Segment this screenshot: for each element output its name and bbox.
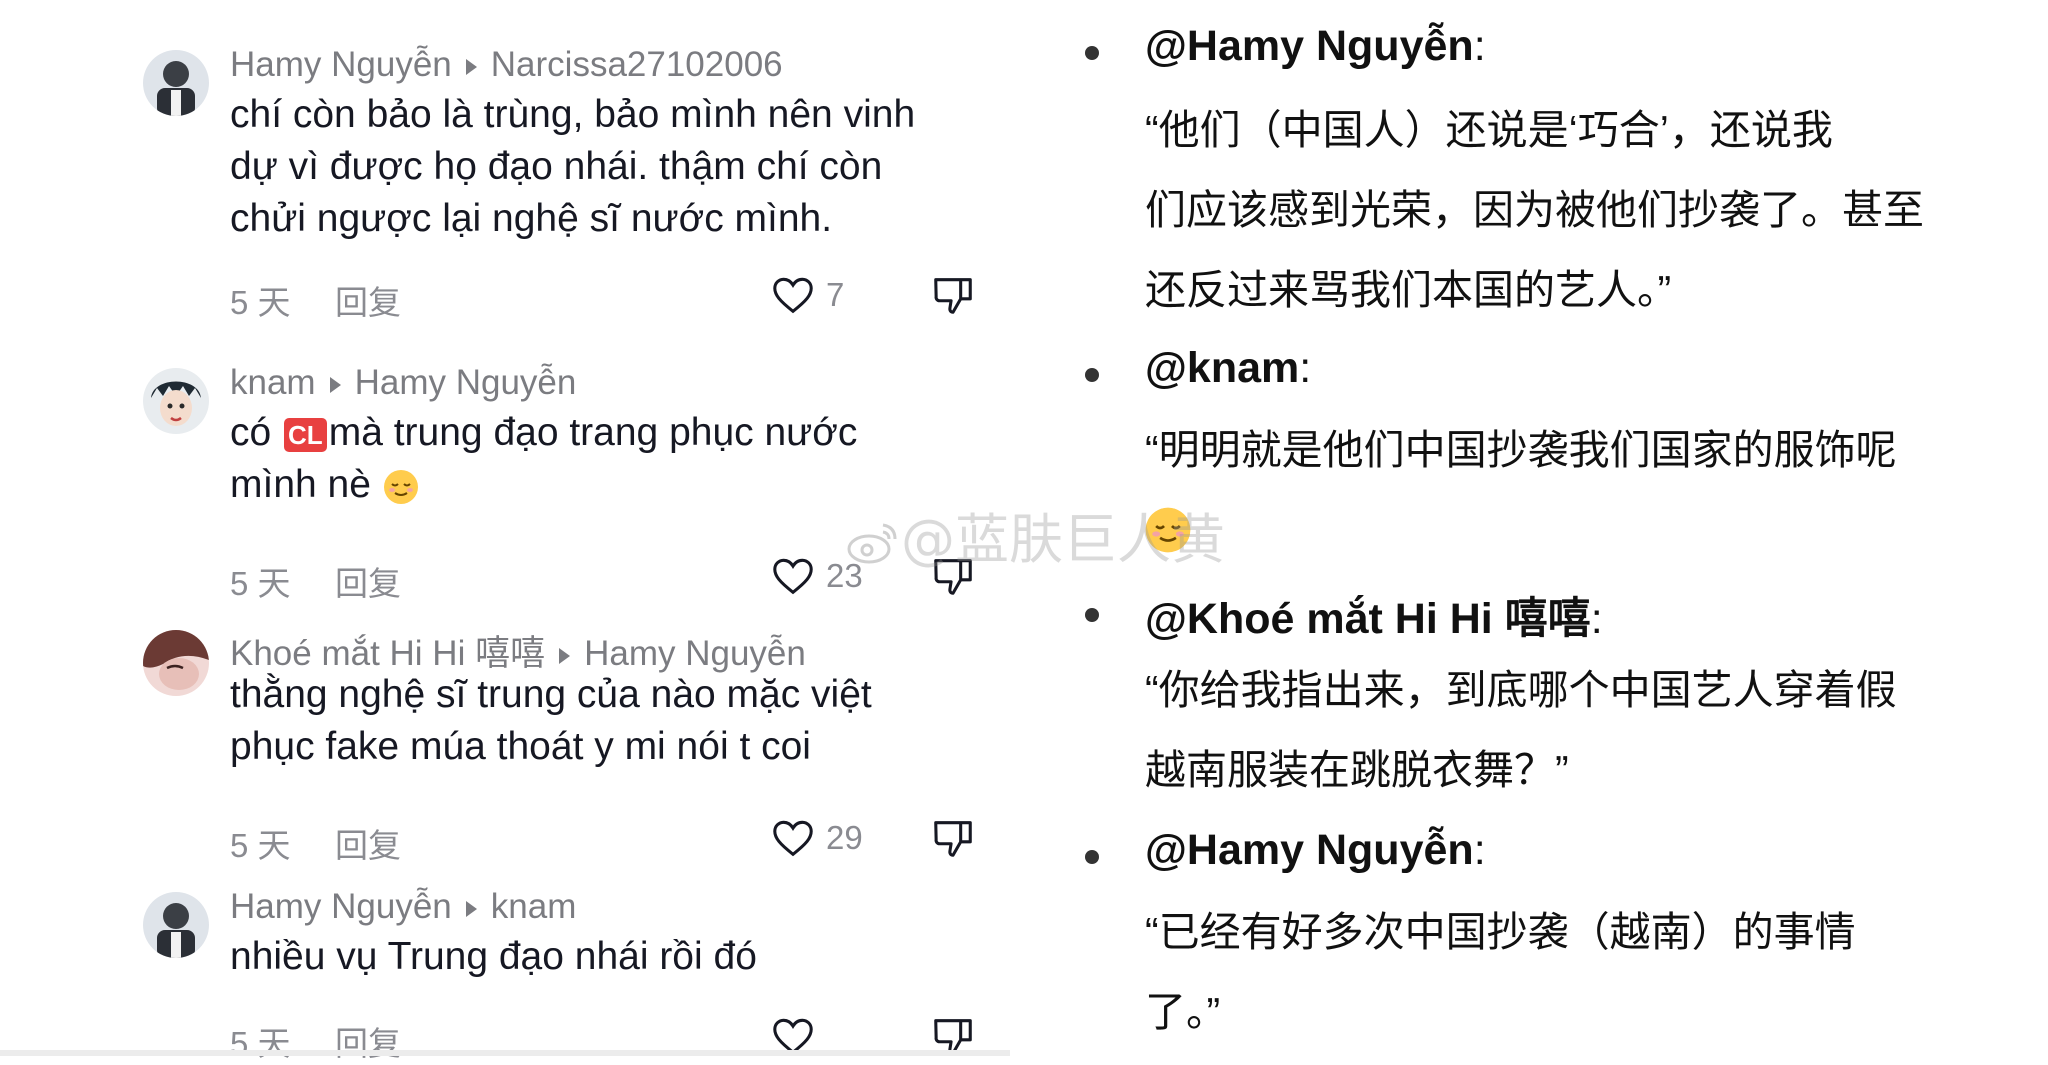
- quote-line: 们应该感到光荣，因为被他们抄袭了。甚至: [1145, 187, 1924, 233]
- handle-colon: :: [1590, 595, 1603, 643]
- comment-meta: knam Hamy Nguyễn: [230, 363, 576, 403]
- reply-to-user[interactable]: Hamy Nguyễn: [355, 363, 577, 402]
- comment-line: chí còn bảo là trùng, bảo mình nên vinh: [230, 93, 916, 136]
- handle-text: @Hamy Nguyễn: [1145, 826, 1474, 874]
- reply-button[interactable]: 回复: [335, 819, 401, 867]
- thumbs-down-icon[interactable]: [930, 272, 976, 318]
- handle-text: @Khoé mắt Hi Hi 嘻嘻: [1145, 595, 1591, 643]
- translation-handle: @Hamy Nguyễn:: [1145, 826, 1486, 875]
- bullet-icon: [1085, 368, 1099, 382]
- translation-quote: “明明就是他们中国抄袭我们国家的服饰呢: [1145, 410, 2025, 490]
- relieved-face-icon: [383, 469, 418, 504]
- translation-quote: “他们（中国人）还说是‘巧合’，还说我 们应该感到光荣，因为被他们抄袭了。甚至 …: [1145, 90, 2025, 330]
- reply-button[interactable]: 回复: [335, 276, 401, 324]
- reply-arrow-icon: [329, 376, 341, 393]
- comment-meta: Hamy Nguyễn knam: [230, 887, 576, 927]
- reply-arrow-icon: [559, 647, 571, 664]
- comment-author[interactable]: Hamy Nguyễn: [230, 45, 452, 84]
- handle-colon: :: [1299, 344, 1312, 392]
- like-count: 29: [826, 819, 863, 856]
- heart-icon[interactable]: [770, 272, 816, 318]
- quote-line: “他们（中国人）还说是‘巧合’，还说我: [1145, 107, 1833, 153]
- reply-button[interactable]: 回复: [335, 1017, 401, 1065]
- reply-to-user[interactable]: knam: [491, 887, 577, 926]
- watermark: @蓝肤巨人黄: [845, 495, 1225, 574]
- comment-author[interactable]: Khoé mắt Hi Hi 嘻嘻: [230, 634, 545, 673]
- comment-line: có CL mà trung đạo trang phục nước: [230, 407, 990, 459]
- quote-line: “明明就是他们中国抄袭我们国家的服饰呢: [1145, 427, 1897, 473]
- comment-time: 5 天: [230, 284, 291, 321]
- quote-line: “你给我指出来，到底哪个中国艺人穿着假: [1145, 667, 1897, 713]
- handle-colon: :: [1473, 22, 1486, 70]
- quote-line: “已经有好多次中国抄袭（越南）的事情: [1145, 909, 1856, 955]
- translation-quote: “已经有好多次中国抄袭（越南）的事情 了。”: [1145, 892, 2025, 1052]
- comment-meta: Hamy Nguyễn Narcissa27102006: [230, 45, 783, 85]
- bullet-icon: [1085, 46, 1099, 60]
- reply-arrow-icon: [465, 900, 477, 917]
- avatar[interactable]: [143, 368, 209, 434]
- divider: [0, 1050, 1010, 1056]
- avatar[interactable]: [143, 630, 209, 696]
- comment-line: chửi ngược lại nghệ sĩ nước mình.: [230, 197, 833, 240]
- comment-text: thằng nghệ sĩ trung của nào mặc việt phụ…: [230, 669, 990, 773]
- quote-line: 越南服装在跳脱衣舞？”: [1145, 747, 1569, 793]
- cl-emoji-badge: CL: [284, 417, 327, 452]
- comment-line: phục fake múa thoát y mi nói t coi: [230, 725, 811, 768]
- comment-text-segment: mình nè: [230, 463, 371, 506]
- translation-quote: “你给我指出来，到底哪个中国艺人穿着假 越南服装在跳脱衣舞？”: [1145, 650, 2025, 810]
- heart-icon[interactable]: [770, 553, 816, 599]
- comment-text: chí còn bảo là trùng, bảo mình nên vinh …: [230, 89, 990, 245]
- handle-colon: :: [1473, 826, 1486, 874]
- reply-to-user[interactable]: Narcissa27102006: [491, 45, 783, 84]
- comment-time: 5 天: [230, 1025, 291, 1062]
- avatar[interactable]: [143, 50, 209, 116]
- comment-actions: 5 天 回复 29: [230, 815, 990, 864]
- comment-author[interactable]: knam: [230, 363, 316, 402]
- comment-line: thằng nghệ sĩ trung của nào mặc việt: [230, 673, 872, 716]
- translation-handle: @knam:: [1145, 344, 1311, 393]
- comment-author[interactable]: Hamy Nguyễn: [230, 887, 452, 926]
- reply-arrow-icon: [465, 58, 477, 75]
- weibo-logo-icon: [847, 523, 897, 564]
- heart-icon[interactable]: [770, 815, 816, 861]
- reply-to-user[interactable]: Hamy Nguyễn: [584, 634, 806, 673]
- comment-text-segment: có: [230, 411, 283, 454]
- comment-actions: 5 天 回复 7: [230, 272, 990, 321]
- comment-text: nhiều vụ Trung đạo nhái rồi đó: [230, 931, 990, 983]
- translation-handle: @Hamy Nguyễn:: [1145, 22, 1486, 71]
- reply-button[interactable]: 回复: [335, 557, 401, 605]
- comment-text-segment: mà trung đạo trang phục nước: [328, 411, 858, 454]
- handle-text: @knam: [1145, 344, 1300, 392]
- like-count: 7: [826, 276, 845, 313]
- thumbs-down-icon[interactable]: [930, 815, 976, 861]
- translation-handle: @Khoé mắt Hi Hi 嘻嘻:: [1145, 584, 1603, 646]
- handle-text: @Hamy Nguyễn: [1145, 22, 1474, 70]
- watermark-text: @蓝肤巨人黄: [901, 508, 1225, 571]
- bullet-icon: [1085, 608, 1099, 622]
- quote-line: 还反过来骂我们本国的艺人。”: [1145, 267, 1672, 313]
- quote-line: 了。”: [1145, 989, 1221, 1035]
- bullet-icon: [1085, 850, 1099, 864]
- comment-time: 5 天: [230, 827, 291, 864]
- comment-line: dự vì được họ đạo nhái. thậm chí còn: [230, 145, 883, 188]
- avatar[interactable]: [143, 892, 209, 958]
- comment-line: nhiều vụ Trung đạo nhái rồi đó: [230, 935, 757, 978]
- comment-time: 5 天: [230, 565, 291, 602]
